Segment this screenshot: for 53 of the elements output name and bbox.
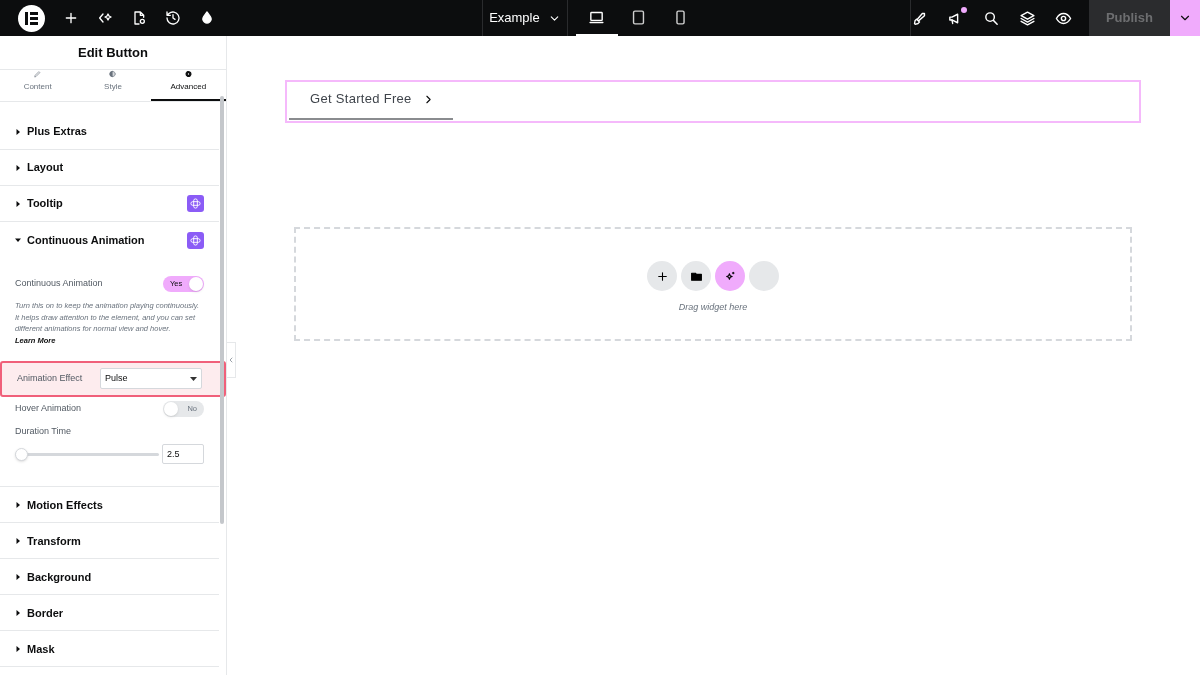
caret-icon: [15, 573, 21, 580]
get-started-button[interactable]: Get Started Free: [289, 80, 453, 120]
control-label: Continuous Animation: [15, 277, 103, 291]
caret-icon: [15, 237, 21, 243]
section-header[interactable]: Layout: [0, 150, 219, 186]
caret-icon: [15, 537, 21, 544]
add-icon[interactable]: [63, 10, 79, 26]
announcements-icon[interactable]: [946, 9, 964, 27]
control-label: Duration Time: [14, 424, 73, 438]
select-field[interactable]: Pulse: [100, 368, 202, 390]
section-header[interactable]: Motion Effects: [0, 487, 219, 524]
half-circle-icon: [107, 70, 119, 78]
clock-drawing: [165, 10, 181, 26]
section-header[interactable]: Continuous Animation: [0, 222, 219, 258]
caret-icon: [190, 376, 197, 381]
stack-drawing: [1018, 9, 1036, 27]
panel-title: Edit Button: [0, 36, 226, 70]
template-library-button[interactable]: [681, 261, 711, 292]
section-header[interactable]: Background: [0, 559, 219, 596]
caret-icon: [15, 164, 21, 171]
section-header[interactable]: Tooltip: [0, 186, 219, 222]
plus-icon: [63, 10, 79, 26]
logo-icon[interactable]: [18, 4, 45, 32]
document-gear-drawing: [131, 10, 147, 26]
page-selector[interactable]: Example: [482, 0, 568, 36]
chevron-left-icon: [227, 356, 235, 364]
slider-thumb[interactable]: [15, 447, 28, 461]
sparkle-icon: [723, 269, 737, 283]
section-header[interactable]: Transform: [0, 523, 219, 560]
search-icon[interactable]: [982, 9, 1000, 27]
drop-icon[interactable]: [199, 10, 215, 26]
ai-button[interactable]: [715, 261, 745, 292]
page-settings-icon[interactable]: [131, 10, 147, 26]
section-header[interactable]: Mask: [0, 631, 219, 668]
plus-icon: [655, 269, 669, 283]
drop-hint: Drag widget here: [678, 301, 748, 315]
section-header[interactable]: Plus Extras: [0, 114, 219, 150]
panel-tab[interactable]: Style: [75, 70, 151, 101]
slider-track[interactable]: [15, 447, 159, 461]
section-header[interactable]: Border: [0, 595, 219, 632]
caret-icon: [15, 200, 21, 207]
droplet-drawing: [199, 10, 215, 26]
control-label: Hover Animation: [15, 402, 82, 416]
caret-icon: [15, 609, 21, 616]
number-field[interactable]: 2.5: [162, 444, 204, 465]
panel-tab[interactable]: Content: [0, 70, 76, 101]
caret-icon: [15, 645, 21, 652]
control-label: Animation Effect: [17, 372, 83, 386]
magnifier-drawing: [982, 9, 1000, 27]
layers-icon[interactable]: [1018, 9, 1036, 27]
caret-icon: [15, 128, 21, 135]
caret-icon: [15, 501, 21, 508]
history-icon[interactable]: [165, 10, 181, 26]
